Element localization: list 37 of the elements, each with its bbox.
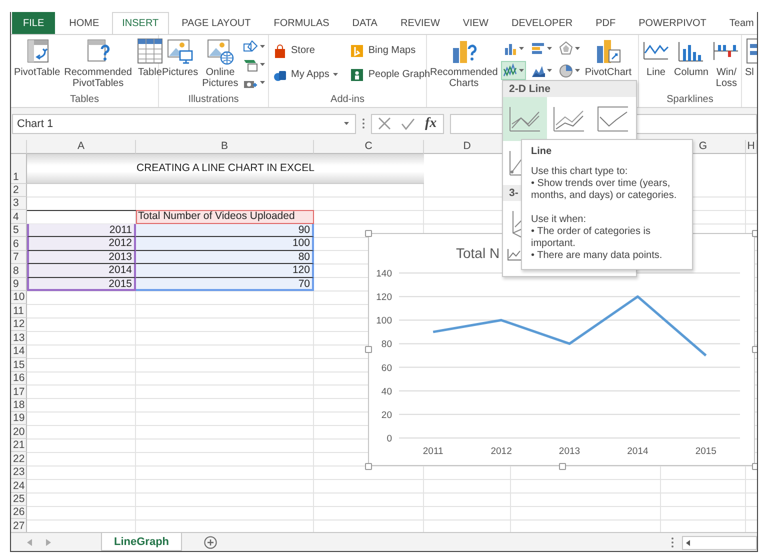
x-tick-label: 2015	[695, 446, 716, 457]
gallery-section-header: 2-D Line	[503, 81, 636, 97]
table-cell: 2015	[27, 278, 136, 292]
y-tick-label: 60	[381, 362, 392, 374]
group-label: Add-ins	[330, 92, 366, 107]
y-tick-label: 140	[376, 268, 392, 280]
name-box-value: Chart 1	[17, 118, 54, 130]
y-tick-label: 120	[376, 292, 392, 303]
x-tick-label: 2012	[490, 446, 512, 457]
y-tick-label: 0	[386, 433, 392, 444]
x-tick-label: 2014	[627, 446, 648, 457]
table-cell: 2011	[27, 224, 136, 238]
tooltip-text: Use this chart type to:	[531, 166, 629, 178]
tooltip-text: Use it when:	[531, 214, 588, 226]
chart-title: Total N	[456, 244, 500, 261]
table-cell: 120	[136, 264, 314, 278]
tooltip-title: Line	[531, 146, 553, 158]
y-tick-label: 80	[381, 338, 392, 350]
header-cell: Total Number of Videos Uploaded	[136, 210, 314, 224]
table-cell: 2013	[27, 250, 136, 264]
table-cell: 2014	[27, 264, 136, 278]
y-tick-label: 40	[381, 386, 392, 397]
table-cell: 90	[136, 224, 314, 238]
table-cell: 2012	[27, 237, 136, 251]
x-tick-label: 2011	[422, 446, 444, 457]
group-label: Tables	[69, 92, 100, 107]
table-cell: 80	[136, 250, 314, 264]
table-cell: 100	[136, 237, 314, 251]
tooltip-bullet: • There are many data points.	[531, 250, 664, 262]
title-cell: CREATING A LINE CHART IN EXCEL	[27, 154, 424, 184]
tooltip-bullet: • The order of categories is important.	[531, 226, 652, 250]
group-label: Sparklines	[666, 92, 714, 107]
table-cell: 70	[136, 278, 314, 292]
x-tick-label: 2013	[558, 446, 580, 457]
group-label: Illustrations	[187, 92, 240, 107]
y-tick-label: 100	[376, 315, 392, 326]
y-tick-label: 20	[381, 409, 392, 420]
